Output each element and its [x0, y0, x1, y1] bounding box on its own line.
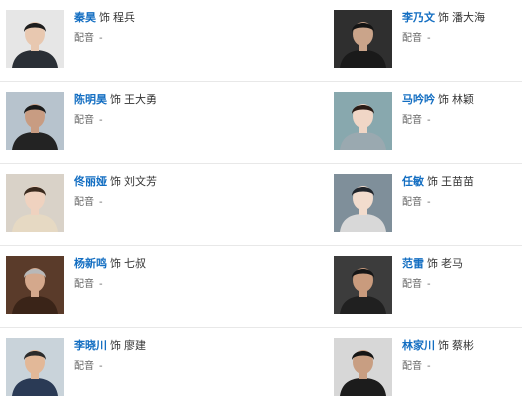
- cast-row: 李晓川饰廖建 配音 - 林家川饰蔡彬 配音 -: [0, 328, 522, 410]
- dub-value: -: [99, 279, 103, 290]
- as-label: 饰: [110, 175, 121, 188]
- actor-name-link[interactable]: 陈明昊: [74, 93, 107, 106]
- actor-photo[interactable]: [334, 338, 392, 396]
- dub-label: 配音: [402, 115, 422, 126]
- cast-row: 杨新鸣饰七叔 配音 - 范雷饰老马 配音 -: [0, 246, 522, 328]
- dub-label: 配音: [402, 361, 422, 372]
- as-label: 饰: [110, 93, 121, 106]
- dub-value: -: [427, 115, 431, 126]
- actor-photo[interactable]: [6, 174, 64, 232]
- role-name: 廖建: [124, 339, 146, 352]
- cast-item: 秦昊饰程兵 配音 -: [6, 0, 256, 82]
- cast-list: 秦昊饰程兵 配音 - 李乃文饰潘大海 配音 - 陈明昊饰王大勇 配音 - 马吟吟饰林颖…: [0, 0, 522, 407]
- actor-name-link[interactable]: 杨新鸣: [74, 257, 107, 270]
- dub-value: -: [99, 115, 103, 126]
- cast-item: 范雷饰老马 配音 -: [334, 246, 522, 328]
- portrait-image: [334, 256, 392, 314]
- role-name: 王大勇: [124, 93, 157, 106]
- actor-name-link[interactable]: 秦昊: [74, 11, 96, 24]
- actor-photo[interactable]: [334, 92, 392, 150]
- as-label: 饰: [438, 93, 449, 106]
- cast-item: 任敏饰王苗苗 配音 -: [334, 164, 522, 246]
- portrait-image: [6, 92, 64, 150]
- actor-name-link[interactable]: 范雷: [402, 257, 424, 270]
- role-name: 王苗苗: [441, 175, 474, 188]
- cast-item: 佟丽娅饰刘文芳 配音 -: [6, 164, 256, 246]
- actor-name-link[interactable]: 马吟吟: [402, 93, 435, 106]
- dub-value: -: [427, 197, 431, 208]
- role-name: 程兵: [113, 11, 135, 24]
- as-label: 饰: [438, 339, 449, 352]
- cast-item: 马吟吟饰林颖 配音 -: [334, 82, 522, 164]
- role-name: 老马: [441, 257, 463, 270]
- dub-label: 配音: [402, 197, 422, 208]
- dub-label: 配音: [402, 33, 422, 44]
- portrait-image: [334, 174, 392, 232]
- role-name: 刘文芳: [124, 175, 157, 188]
- dub-value: -: [99, 33, 103, 44]
- portrait-image: [334, 10, 392, 68]
- dub-label: 配音: [402, 279, 422, 290]
- dub-value: -: [427, 33, 431, 44]
- dub-value: -: [99, 197, 103, 208]
- as-label: 饰: [110, 257, 121, 270]
- cast-row: 佟丽娅饰刘文芳 配音 - 任敏饰王苗苗 配音 -: [0, 164, 522, 246]
- actor-photo[interactable]: [6, 256, 64, 314]
- role-name: 潘大海: [452, 11, 485, 24]
- role-name: 蔡彬: [452, 339, 474, 352]
- actor-name-link[interactable]: 佟丽娅: [74, 175, 107, 188]
- as-label: 饰: [438, 11, 449, 24]
- portrait-image: [6, 174, 64, 232]
- dub-value: -: [427, 361, 431, 372]
- actor-photo[interactable]: [6, 92, 64, 150]
- dub-label: 配音: [74, 361, 94, 372]
- dub-label: 配音: [74, 279, 94, 290]
- portrait-image: [334, 338, 392, 396]
- as-label: 饰: [110, 339, 121, 352]
- dub-label: 配音: [74, 197, 94, 208]
- portrait-image: [334, 92, 392, 150]
- dub-value: -: [427, 279, 431, 290]
- actor-photo[interactable]: [334, 174, 392, 232]
- as-label: 饰: [427, 175, 438, 188]
- cast-item: 陈明昊饰王大勇 配音 -: [6, 82, 256, 164]
- cast-row: 秦昊饰程兵 配音 - 李乃文饰潘大海 配音 -: [0, 0, 522, 82]
- cast-item: 林家川饰蔡彬 配音 -: [334, 328, 522, 410]
- actor-photo[interactable]: [6, 10, 64, 68]
- cast-item: 李晓川饰廖建 配音 -: [6, 328, 256, 410]
- role-name: 林颖: [452, 93, 474, 106]
- actor-photo[interactable]: [334, 10, 392, 68]
- cast-row: 陈明昊饰王大勇 配音 - 马吟吟饰林颖 配音 -: [0, 82, 522, 164]
- as-label: 饰: [99, 11, 110, 24]
- dub-label: 配音: [74, 115, 94, 126]
- as-label: 饰: [427, 257, 438, 270]
- portrait-image: [6, 10, 64, 68]
- dub-label: 配音: [74, 33, 94, 44]
- portrait-image: [6, 256, 64, 314]
- actor-photo[interactable]: [334, 256, 392, 314]
- cast-item: 杨新鸣饰七叔 配音 -: [6, 246, 256, 328]
- actor-name-link[interactable]: 李晓川: [74, 339, 107, 352]
- actor-name-link[interactable]: 林家川: [402, 339, 435, 352]
- actor-name-link[interactable]: 李乃文: [402, 11, 435, 24]
- role-name: 七叔: [124, 257, 146, 270]
- portrait-image: [6, 338, 64, 396]
- dub-value: -: [99, 361, 103, 372]
- cast-item: 李乃文饰潘大海 配音 -: [334, 0, 522, 82]
- actor-photo[interactable]: [6, 338, 64, 396]
- actor-name-link[interactable]: 任敏: [402, 175, 424, 188]
